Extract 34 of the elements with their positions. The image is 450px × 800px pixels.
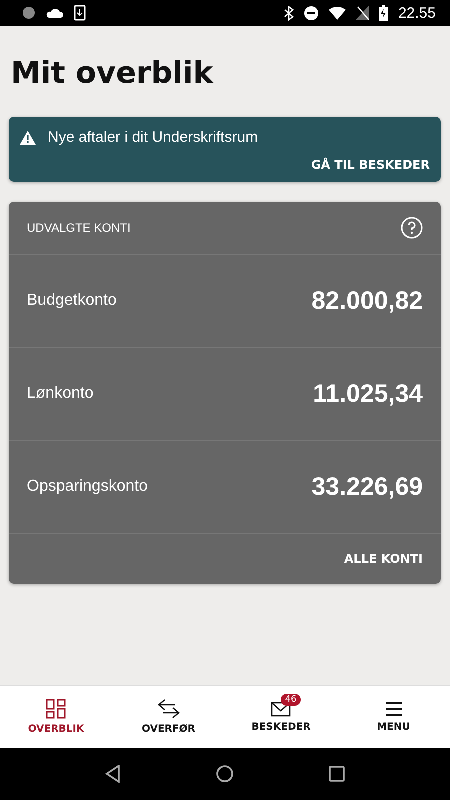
account-name[interactable]: Opsparingskonto: [27, 478, 148, 496]
account-balance: 11.025,34: [313, 380, 423, 408]
nav-tab[interactable]: OVERBLIK: [0, 686, 112, 748]
wifi-icon: [329, 6, 346, 20]
nav-tab[interactable]: OVERFØR: [112, 686, 225, 748]
back-icon[interactable]: [105, 765, 121, 783]
help-icon[interactable]: [401, 217, 423, 239]
nav-tab[interactable]: MENU: [338, 686, 450, 748]
battery-charging-icon: [379, 5, 388, 21]
account-balance: 82.000,82: [312, 286, 423, 316]
card-heading: UDVALGTE KONTI: [27, 221, 131, 235]
account-balance: 33.226,69: [312, 472, 423, 502]
page-title: Mit overblik: [11, 56, 214, 91]
no-signal-icon: [356, 6, 370, 20]
cloud-icon: [46, 7, 64, 19]
do-not-disturb-icon: [304, 6, 320, 20]
nav-tab[interactable]: 46 BESKEDER: [225, 686, 338, 748]
recents-icon[interactable]: [329, 766, 345, 782]
grid-icon: [46, 699, 66, 719]
warning-icon: [20, 130, 36, 144]
transfer-arrows-icon: [158, 699, 180, 719]
notice-action-link[interactable]: GÅ TIL BESKEDER: [311, 158, 430, 172]
bluetooth-icon: [284, 6, 294, 20]
circle-icon: [22, 6, 36, 20]
clock-time: 22.55: [398, 4, 436, 22]
account-name[interactable]: Lønkonto: [27, 385, 94, 403]
account-name[interactable]: Budgetkonto: [27, 292, 117, 310]
home-icon[interactable]: [216, 765, 234, 783]
menu-icon: [384, 701, 403, 717]
unread-count-badge: 46: [281, 694, 301, 706]
notice-text: Nye aftaler i dit Underskriftsrum: [48, 129, 258, 146]
envelope-icon: [271, 701, 292, 717]
download-icon: [74, 5, 86, 21]
all-accounts-link[interactable]: ALLE KONTI: [344, 552, 423, 566]
